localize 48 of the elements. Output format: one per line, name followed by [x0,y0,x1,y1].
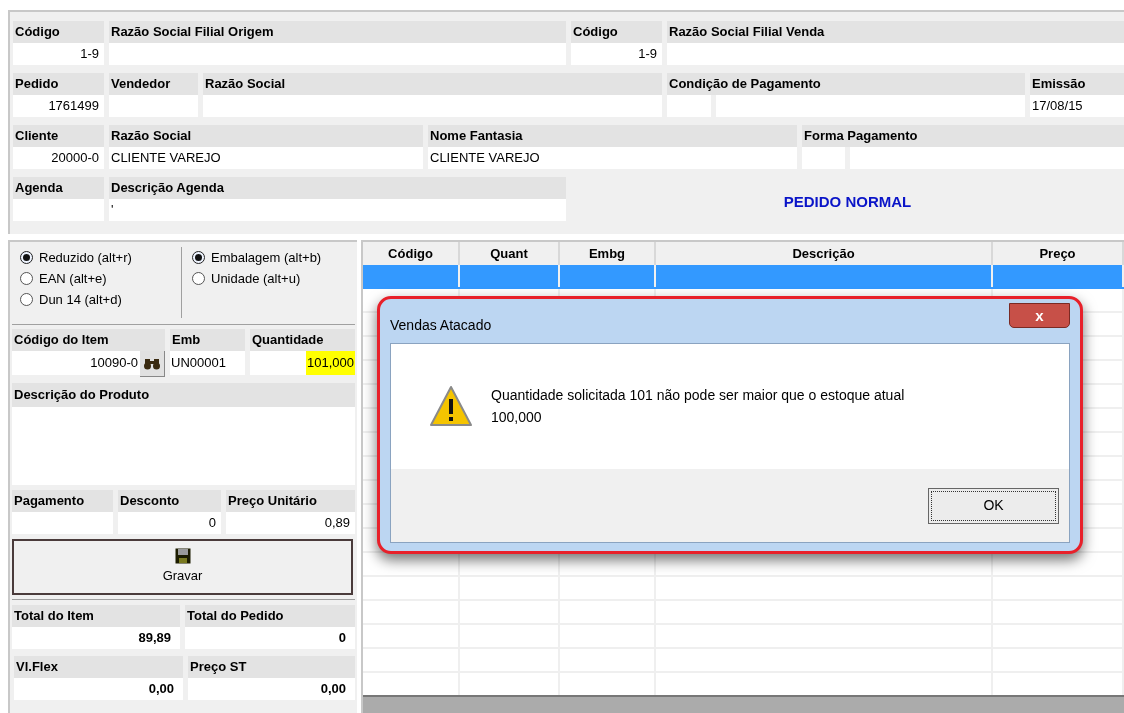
dialog-message: Quantidade solicitada 101 não pode ser maior que o estoque atual 100,000 [491,386,906,427]
radio-option[interactable]: Embalagem (alt+b) [192,247,322,268]
field-label: Descrição do Produto [12,383,355,407]
field-label: Emb [170,329,245,351]
text-field[interactable]: 0 [185,627,355,649]
search-button[interactable] [140,351,165,377]
radio-option[interactable]: EAN (alt+e) [20,268,181,289]
text-field[interactable] [13,199,104,221]
radio-option[interactable]: Unidade (alt+u) [192,268,322,289]
order-type-label: PEDIDO NORMAL [783,191,912,212]
text-field[interactable]: 17/08/15 [1030,95,1124,117]
text-field[interactable]: 0 [118,512,221,534]
text-field[interactable] [203,95,662,117]
description-area[interactable] [12,407,355,485]
radio-option[interactable]: Dun 14 (alt+d) [20,289,181,310]
text-field[interactable]: 20000-0 [13,147,104,169]
quantity-field[interactable]: 101,000 [306,351,355,375]
text-field[interactable] [716,95,1025,117]
text-field[interactable]: UN00001 [170,351,245,375]
text-field[interactable]: 10090-0 [12,351,140,375]
text-field[interactable]: 0,89 [226,512,355,534]
warning-icon [429,385,473,427]
text-field[interactable]: 0,00 [14,678,183,700]
text-field[interactable]: 89,89 [12,627,180,649]
field-label: Quantidade [250,329,355,351]
text-field[interactable] [667,95,711,117]
field-label: Código do Item [12,329,165,351]
binoculars-icon [143,357,161,370]
text-field[interactable] [109,43,566,65]
table-row[interactable] [363,265,1124,289]
text-field[interactable] [109,95,198,117]
text-field[interactable]: ' [109,199,566,221]
ok-button[interactable]: OK [928,487,1059,524]
text-field[interactable]: 1-9 [571,43,662,65]
text-field[interactable]: 1761499 [13,95,104,117]
text-field[interactable]: CLIENTE VAREJO [109,147,423,169]
text-field[interactable]: 0,00 [188,678,355,700]
radio-option[interactable]: Reduzido (alt+r) [20,247,181,268]
text-field[interactable]: 1-9 [13,43,104,65]
text-field[interactable] [850,147,1124,169]
text-field[interactable] [667,43,1124,65]
dialog-title: Vendas Atacado [390,316,492,335]
close-button[interactable]: x [1009,303,1070,328]
save-button[interactable]: Gravar [12,539,353,595]
text-field[interactable] [802,147,845,169]
scrollbar[interactable] [363,695,1124,713]
text-field[interactable] [12,512,113,534]
text-field[interactable]: CLIENTE VAREJO [428,147,797,169]
